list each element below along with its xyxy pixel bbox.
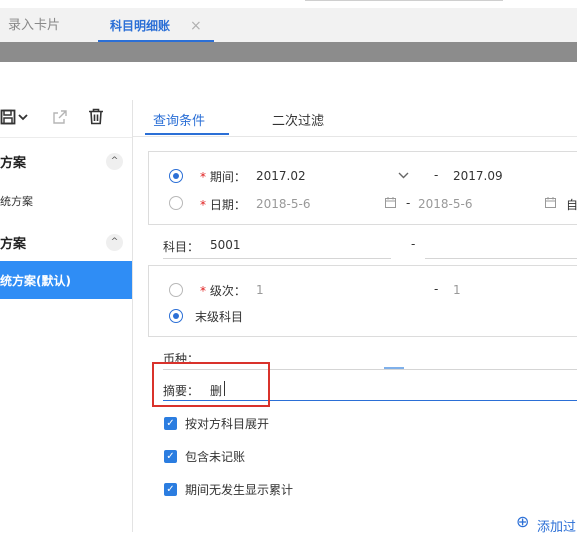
tab-secondary-filter[interactable]: 二次过滤 xyxy=(272,110,324,129)
subject-from-underline xyxy=(163,258,391,259)
include-unposted-label: 包含未记账 xyxy=(185,450,246,464)
level-to-input[interactable]: 1 xyxy=(453,283,461,297)
scheme-group-title: 方案 xyxy=(0,156,27,171)
period-label: * 期间： xyxy=(200,170,246,184)
chevron-up-icon[interactable]: ^ xyxy=(106,153,123,170)
calendar-icon[interactable] xyxy=(545,197,556,208)
show-cumulative-label: 期间无发生显示累计 xyxy=(185,483,294,497)
level-dash: - xyxy=(434,282,439,296)
tab-entry-card[interactable]: 录入卡片 xyxy=(8,8,60,42)
scheme-item-default[interactable]: 统方案(默认) xyxy=(0,261,132,299)
highlight-box xyxy=(152,362,270,407)
date-radio[interactable] xyxy=(169,196,183,210)
scheme-group-title-2: 方案 xyxy=(0,237,27,252)
expand-by-counter-subject-checkbox[interactable]: ✓ xyxy=(164,417,177,430)
top-strip xyxy=(0,0,577,8)
scheme-item-default-label: 统方案(默认) xyxy=(0,274,71,288)
level-box xyxy=(148,265,577,337)
gray-banner xyxy=(0,42,577,62)
add-circle-icon[interactable]: ⊕ xyxy=(516,514,529,530)
date-dash: - xyxy=(406,196,411,210)
add-filter-link[interactable]: 添加过 xyxy=(537,516,576,535)
include-unposted-checkbox[interactable]: ✓ xyxy=(164,450,177,463)
tab-bar xyxy=(0,8,577,43)
tab-subject-detail[interactable]: 科目明细账 × xyxy=(98,8,214,42)
save-icon[interactable] xyxy=(0,109,16,125)
trash-icon[interactable] xyxy=(88,108,104,125)
level-radio[interactable] xyxy=(169,283,183,297)
period-radio[interactable] xyxy=(169,169,183,183)
calendar-icon[interactable] xyxy=(385,197,396,208)
period-box xyxy=(148,151,577,225)
currency-accent xyxy=(384,367,404,369)
date-to-input[interactable]: 2018-5-6 xyxy=(418,197,472,211)
period-to-select[interactable]: 2017.09 xyxy=(453,169,503,183)
period-dash: - xyxy=(434,168,439,182)
chevron-down-icon[interactable] xyxy=(398,172,409,179)
show-cumulative-checkbox[interactable]: ✓ xyxy=(164,483,177,496)
top-divider xyxy=(305,0,503,1)
leaf-subject-radio[interactable] xyxy=(169,309,183,323)
expand-by-counter-subject-label: 按对方科目展开 xyxy=(185,417,270,431)
period-from-select[interactable]: 2017.02 xyxy=(256,169,306,183)
level-from-input[interactable]: 1 xyxy=(256,283,264,297)
level-label: * 级次： xyxy=(200,284,246,298)
tab-query-conditions[interactable]: 查询条件 xyxy=(153,110,205,129)
subject-from-input[interactable]: 5001 xyxy=(210,238,241,252)
close-icon[interactable]: × xyxy=(190,8,202,44)
date-trailing: 自 xyxy=(566,198,577,212)
subject-label: 科目： xyxy=(163,240,200,254)
chevron-down-icon[interactable] xyxy=(18,113,28,121)
date-label: * 日期： xyxy=(200,198,246,212)
scheme-toolbar xyxy=(0,100,132,138)
scheme-item[interactable]: 统方案 xyxy=(0,193,33,209)
tab-subject-detail-label: 科目明细账 xyxy=(110,19,171,33)
subject-dash: - xyxy=(411,237,416,251)
subject-to-input[interactable] xyxy=(425,258,577,259)
export-icon[interactable] xyxy=(52,109,68,125)
active-tab-underline xyxy=(145,133,229,135)
leaf-subject-label: 末级科目 xyxy=(195,310,244,324)
date-from-input[interactable]: 2018-5-6 xyxy=(256,197,310,211)
chevron-up-icon[interactable]: ^ xyxy=(106,234,123,251)
